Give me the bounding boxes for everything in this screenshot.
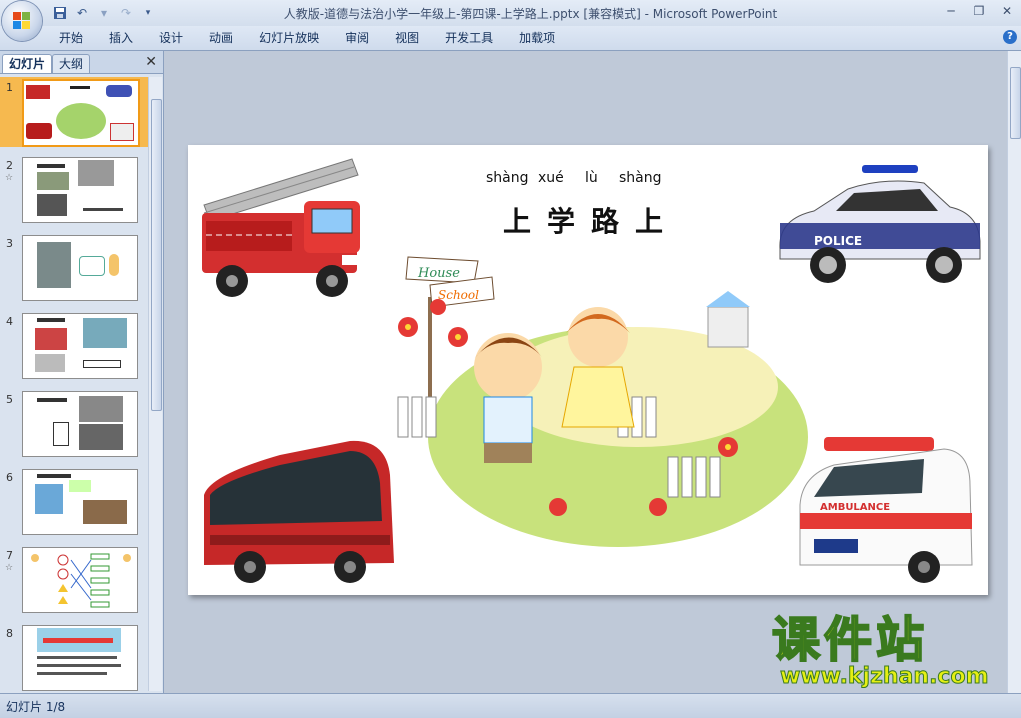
thumb-number: 8	[6, 627, 13, 640]
thumb-preview	[22, 547, 138, 613]
bus-illustration	[204, 440, 394, 583]
slides-panel: 幻灯片 大纲 ✕ 1 2 ☆ 3 4 5 6 7 ☆ 8	[0, 51, 164, 693]
thumb-preview	[22, 235, 138, 301]
watermark-logo: 课件站 www.kjzhan.com	[771, 611, 1012, 692]
slide-title: 上学路上	[503, 205, 680, 238]
ribbon-tabs: 开始 插入 设计 动画 幻灯片放映 审阅 视图 开发工具 加载项 ?	[0, 26, 1021, 51]
thumb-preview	[22, 625, 138, 691]
animation-icon: ☆	[5, 563, 14, 573]
slide-thumbnail-3[interactable]: 3	[0, 233, 148, 303]
ambulance-label: AMBULANCE	[820, 502, 890, 513]
scrollbar-thumb[interactable]	[1010, 67, 1021, 139]
tab-addins[interactable]: 加载项	[506, 30, 568, 46]
slide-thumbnail-5[interactable]: 5	[0, 389, 148, 459]
thumb-number: 1	[6, 81, 13, 94]
thumb-number: 4	[6, 315, 13, 328]
animation-icon: ☆	[5, 173, 14, 183]
tab-design[interactable]: 设计	[146, 30, 196, 46]
fire-truck-illustration	[202, 158, 364, 297]
slide-thumbnail-6[interactable]: 6	[0, 467, 148, 537]
sign-house: House	[417, 266, 460, 281]
title-bar: ↶ ▾ ↷ ▾ 人教版-道德与法治小学一年级上-第四课-上学路上.pptx [兼…	[0, 0, 1021, 41]
thumb-number: 7	[6, 549, 13, 562]
sign-school: School	[438, 288, 479, 302]
slide-thumbnail-4[interactable]: 4	[0, 311, 148, 381]
office-button-icon[interactable]	[2, 1, 42, 41]
window-title: 人教版-道德与法治小学一年级上-第四课-上学路上.pptx [兼容模式] - M…	[283, 7, 778, 21]
thumb-number: 3	[6, 237, 13, 250]
status-bar: 幻灯片 1/8	[0, 693, 1021, 718]
pinyin-shang: shàng	[486, 170, 529, 186]
thumb-preview	[22, 313, 138, 379]
watermark-brand: 课件站	[771, 611, 929, 669]
ambulance-illustration: AMBULANCE	[799, 437, 973, 583]
pinyin-shang-2: shàng	[619, 170, 662, 186]
slide-counter: 幻灯片 1/8	[6, 700, 66, 714]
slide-canvas[interactable]: shàng xué lù shàng 上学路上 POLICE House Sch…	[188, 145, 988, 595]
children-walking-illustration: House School	[397, 256, 808, 547]
scrollbar-thumb[interactable]	[151, 99, 162, 411]
slide-thumbnail-7[interactable]: 7 ☆	[0, 545, 148, 615]
thumb-number: 2	[6, 159, 13, 172]
close-icon[interactable]: ✕	[997, 2, 1017, 20]
tab-outline[interactable]: 大纲	[52, 54, 91, 73]
thumbnail-list: 1 2 ☆ 3 4 5 6 7 ☆ 8	[0, 77, 148, 691]
restore-icon[interactable]: ❐	[969, 2, 989, 20]
slide-thumbnail-2[interactable]: 2 ☆	[0, 155, 148, 225]
slide-thumbnail-8[interactable]: 8	[0, 623, 148, 691]
close-icon[interactable]: ✕	[145, 54, 157, 70]
tab-view[interactable]: 视图	[382, 30, 432, 46]
thumb-preview	[22, 391, 138, 457]
thumb-preview	[22, 157, 138, 223]
panel-tabs: 幻灯片 大纲 ✕	[0, 51, 163, 74]
watermark-url: www.kjzhan.com	[780, 664, 990, 690]
police-label: POLICE	[814, 234, 862, 248]
thumb-preview	[22, 79, 140, 147]
tab-home[interactable]: 开始	[46, 30, 96, 46]
minimize-icon[interactable]: ─	[941, 2, 961, 20]
slide-thumbnail-1[interactable]: 1	[0, 77, 148, 147]
slide-edit-area: shàng xué lù shàng 上学路上 POLICE House Sch…	[164, 51, 1008, 693]
tab-animations[interactable]: 动画	[196, 30, 246, 46]
slide-scrollbar[interactable]	[1007, 51, 1021, 693]
pinyin-xue: xué	[538, 170, 564, 186]
tab-slides[interactable]: 幻灯片	[2, 54, 53, 73]
thumb-preview	[22, 469, 138, 535]
tab-review[interactable]: 审阅	[332, 30, 382, 46]
help-icon[interactable]: ?	[1003, 30, 1017, 44]
pinyin-lu: lù	[585, 170, 598, 186]
tab-slideshow[interactable]: 幻灯片放映	[246, 30, 332, 46]
tab-developer[interactable]: 开发工具	[432, 30, 506, 46]
window-controls: ─ ❐ ✕	[941, 2, 1017, 20]
tab-insert[interactable]: 插入	[96, 30, 146, 46]
thumbnail-scrollbar[interactable]	[148, 77, 162, 691]
thumb-number: 5	[6, 393, 13, 406]
thumb-number: 6	[6, 471, 13, 484]
